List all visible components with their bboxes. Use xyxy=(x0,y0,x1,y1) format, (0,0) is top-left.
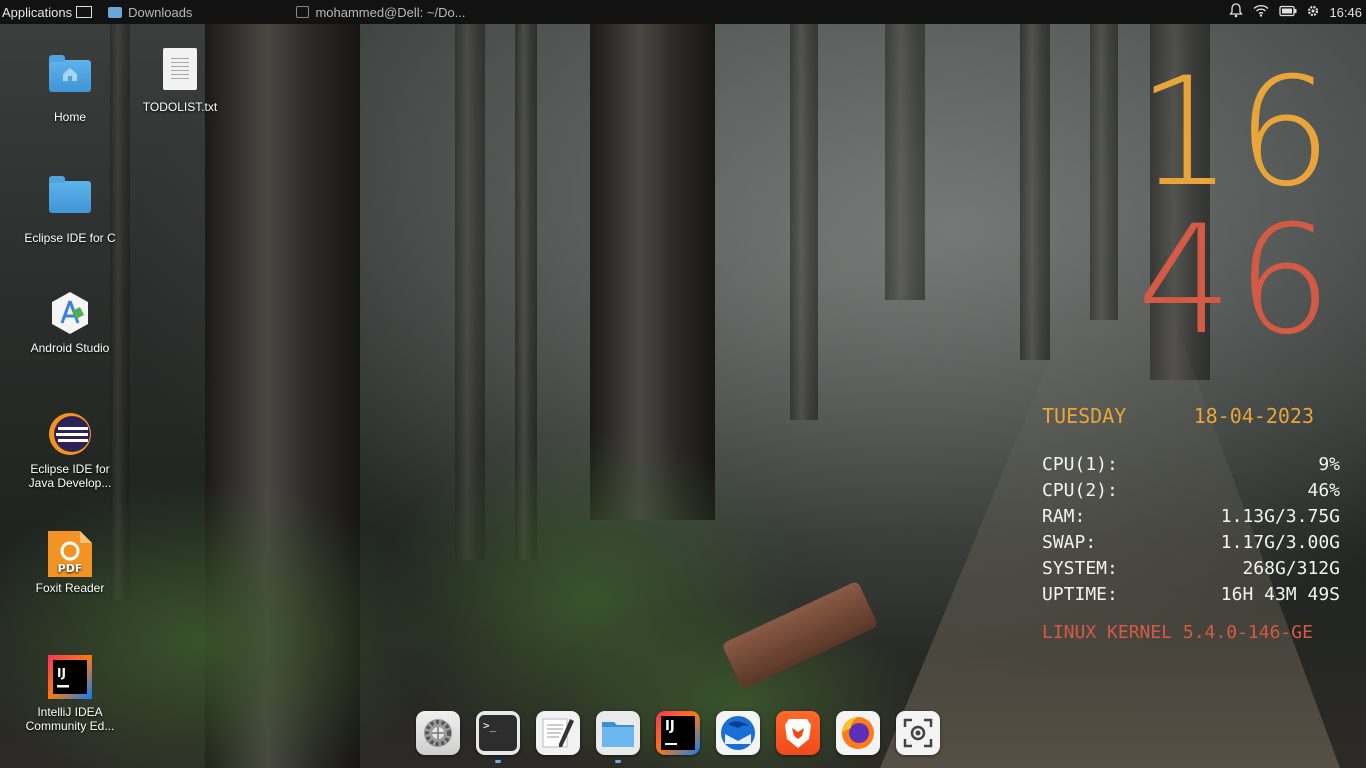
stat-value: 46% xyxy=(1307,480,1340,501)
intellij-icon: IJ xyxy=(48,655,92,699)
stat-value: 9% xyxy=(1318,454,1340,475)
thunderbird-icon xyxy=(721,716,755,750)
desktop-icon-foxit-reader[interactable]: PDF Foxit Reader xyxy=(15,531,125,595)
running-indicator xyxy=(495,760,501,763)
taskbar-item-label: mohammed@Dell: ~/Do... xyxy=(315,4,466,20)
desktop-icon-label: Eclipse IDE for Java Develop... xyxy=(28,462,112,490)
stat-value: 1.13G/3.75G xyxy=(1220,506,1340,527)
conky-stats: CPU(1): 9% CPU(2): 46% RAM: 1.13G/3.75G SWA… xyxy=(1042,452,1340,608)
dock-screenshot[interactable] xyxy=(896,711,940,755)
desktop-icon-eclipse-java[interactable]: Eclipse IDE for Java Develop... xyxy=(15,412,125,490)
stat-label: RAM: xyxy=(1042,506,1086,527)
brave-icon xyxy=(785,719,811,748)
conky-stat-row: SYSTEM: 268G/312G xyxy=(1042,556,1340,582)
dock-settings[interactable] xyxy=(416,711,460,755)
desktop-icon-label: TODOLIST.txt xyxy=(142,100,218,114)
conky-minute: 46 xyxy=(1137,194,1336,368)
stat-label: CPU(2): xyxy=(1042,480,1118,501)
settings-icon[interactable] xyxy=(1307,5,1319,20)
panel-clock[interactable]: 16:46 xyxy=(1329,5,1362,20)
dock-firefox[interactable] xyxy=(836,711,880,755)
stat-value: 16H 43M 49S xyxy=(1220,584,1340,605)
dock-text-editor[interactable] xyxy=(536,711,580,755)
stat-label: CPU(1): xyxy=(1042,454,1118,475)
terminal-glyph: >_ xyxy=(483,719,497,732)
intellij-glyph: IJ xyxy=(665,719,675,734)
conky-day: TUESDAY xyxy=(1042,404,1127,428)
terminal-icon xyxy=(296,6,310,18)
terminal-icon: >_ xyxy=(479,715,517,751)
svg-text:PDF: PDF xyxy=(58,562,83,575)
dock-files[interactable] xyxy=(596,711,640,763)
wifi-icon[interactable] xyxy=(1253,4,1269,20)
desktop-icon-label: IntelliJ IDEA Community Ed... xyxy=(25,705,115,733)
desktop-icon-label: Eclipse IDE for C xyxy=(24,231,116,245)
screenshot-icon xyxy=(903,718,933,748)
text-file-icon xyxy=(163,48,197,90)
desktop-icon-todolist[interactable]: TODOLIST.txt xyxy=(125,48,235,114)
conky-stat-row: CPU(1): 9% xyxy=(1042,452,1340,478)
taskbar-item-label: Downloads xyxy=(128,4,193,20)
files-icon xyxy=(602,722,634,747)
android-studio-icon xyxy=(48,291,92,335)
stat-value: 1.17G/3.00G xyxy=(1220,532,1340,553)
dock: >_ IJ xyxy=(416,711,940,763)
conky-kernel: LINUX KERNEL 5.4.0-146-GE xyxy=(1042,622,1313,643)
desktop-icon-label: Android Studio xyxy=(30,341,110,355)
desktop-icon-intellij[interactable]: IJ IntelliJ IDEA Community Ed... xyxy=(15,655,125,733)
folder-icon xyxy=(108,6,123,18)
conky-date-value: 18-04-2023 xyxy=(1193,404,1314,428)
eclipse-icon xyxy=(48,412,92,456)
conky-stat-row: UPTIME: 16H 43M 49S xyxy=(1042,582,1340,608)
show-desktop-icon[interactable] xyxy=(76,6,93,18)
stat-label: UPTIME: xyxy=(1042,584,1118,605)
desktop-icon-label: Home xyxy=(53,110,86,124)
desktop-icon-eclipse-c[interactable]: Eclipse IDE for C xyxy=(15,173,125,245)
dock-intellij[interactable]: IJ xyxy=(656,711,700,755)
dock-brave[interactable] xyxy=(776,711,820,755)
top-panel: Applications Downloads mohammed@Dell: ~/… xyxy=(0,0,1366,24)
stat-label: SWAP: xyxy=(1042,532,1097,553)
running-indicator xyxy=(435,760,441,763)
foxit-pdf-icon: PDF xyxy=(48,531,92,577)
bell-icon[interactable] xyxy=(1229,3,1244,21)
conky-date: TUESDAY 18-04-2023 xyxy=(1042,404,1314,428)
text-editor-icon xyxy=(542,718,574,748)
dock-thunderbird[interactable] xyxy=(716,711,760,755)
conky-stat-row: SWAP: 1.17G/3.00G xyxy=(1042,530,1340,556)
running-indicator xyxy=(615,760,621,763)
settings-gear-icon xyxy=(424,719,452,747)
taskbar-item-terminal[interactable]: mohammed@Dell: ~/Do... xyxy=(296,4,466,20)
taskbar-item-downloads[interactable]: Downloads xyxy=(108,5,192,20)
folder-icon xyxy=(49,176,91,213)
svg-text:IJ: IJ xyxy=(57,666,66,680)
desktop-icon-android-studio[interactable]: Android Studio xyxy=(15,291,125,355)
conky-hour: 16 xyxy=(1137,46,1336,220)
intellij-icon: IJ xyxy=(661,716,695,750)
applications-menu[interactable]: Applications xyxy=(0,5,76,20)
desktop-icon-home[interactable]: Home xyxy=(15,52,125,124)
conky-stat-row: CPU(2): 46% xyxy=(1042,478,1340,504)
desktop-icon-label: Foxit Reader xyxy=(35,581,105,595)
stat-label: SYSTEM: xyxy=(1042,558,1118,579)
stat-value: 268G/312G xyxy=(1242,558,1340,579)
conky-stat-row: RAM: 1.13G/3.75G xyxy=(1042,504,1340,530)
home-folder-icon xyxy=(49,55,91,92)
firefox-icon xyxy=(842,717,874,749)
dock-terminal[interactable]: >_ xyxy=(476,711,520,763)
battery-icon[interactable] xyxy=(1279,5,1297,20)
